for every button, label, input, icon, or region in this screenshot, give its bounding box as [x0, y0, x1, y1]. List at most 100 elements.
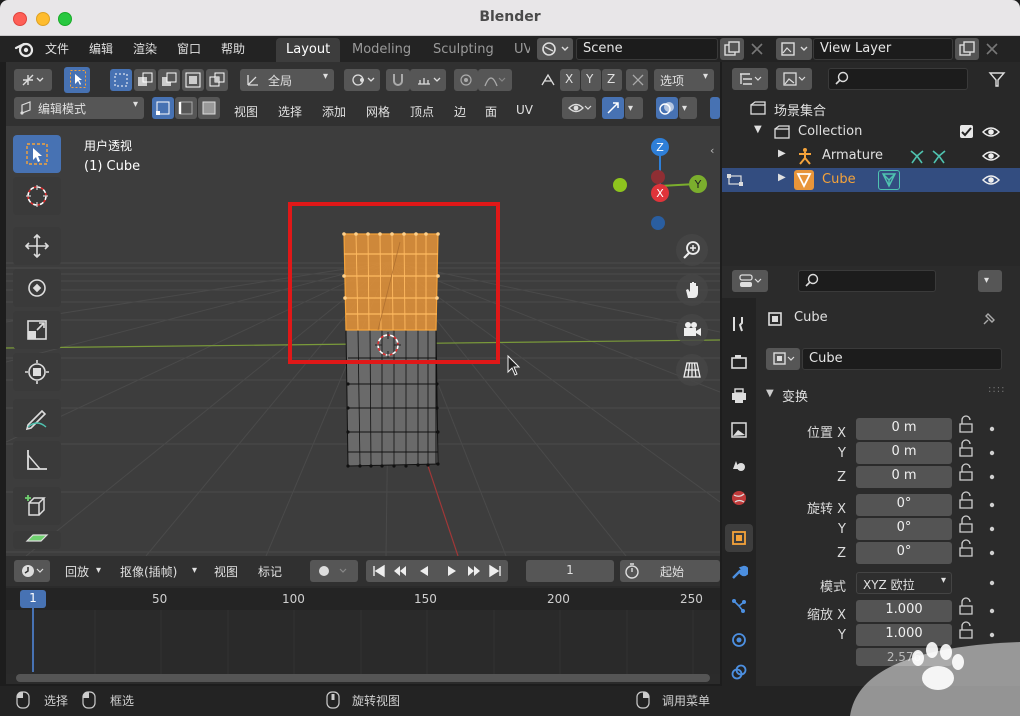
menu-uv[interactable]: UV — [516, 103, 533, 117]
mirror-options-icon[interactable] — [539, 71, 557, 89]
filter-icon[interactable] — [988, 70, 1006, 88]
timeline-body[interactable] — [6, 610, 720, 674]
playback-menu[interactable]: 回放 — [65, 563, 89, 580]
transform-orientation-dropdown[interactable]: 全局 ▾ — [240, 69, 334, 91]
scene-name-field[interactable]: Scene — [576, 38, 718, 60]
tab-view-layer[interactable] — [725, 416, 753, 444]
pan-button[interactable] — [676, 274, 708, 306]
keyframe-record-button[interactable] — [310, 560, 358, 582]
timeline-scrollbar[interactable] — [16, 674, 710, 682]
menu-edge[interactable]: 边 — [454, 103, 466, 120]
tool-transform[interactable] — [13, 353, 61, 391]
tab-modifiers[interactable] — [725, 558, 753, 586]
proportional-edit-toggle[interactable] — [454, 69, 478, 91]
menu-add[interactable]: 添加 — [322, 103, 346, 120]
face-select-mode-button[interactable] — [198, 97, 220, 119]
viewlayer-close-icon[interactable] — [983, 40, 1001, 58]
tab-world[interactable] — [725, 484, 753, 512]
expand-down-icon[interactable]: ▼ — [754, 124, 762, 135]
snap-target-dropdown[interactable] — [410, 69, 446, 91]
tool-move[interactable] — [13, 227, 61, 265]
tab-physics[interactable] — [725, 626, 753, 654]
tab-constraints[interactable] — [725, 658, 753, 686]
menu-window[interactable]: 窗口 — [177, 40, 201, 57]
outliner-cube[interactable]: ▶ Cube — [722, 168, 1020, 192]
viewlayer-name-field[interactable]: View Layer — [813, 38, 953, 60]
overlay-dropdown[interactable]: ▾ — [679, 97, 697, 119]
mode-dropdown[interactable]: 编辑模式 ▾ — [14, 97, 144, 119]
tab-scene[interactable] — [725, 450, 753, 478]
menu-mesh[interactable]: 网格 — [366, 103, 390, 120]
edit-mode-icon[interactable] — [726, 173, 744, 187]
gizmo-dropdown[interactable]: ▾ — [625, 97, 643, 119]
tool-select-box[interactable] — [13, 135, 61, 173]
mirror-y-toggle[interactable]: Y — [581, 69, 601, 91]
playhead[interactable]: 1 — [20, 590, 46, 608]
keying-menu[interactable]: 抠像(插帧) — [120, 563, 177, 580]
menu-select[interactable]: 选择 — [278, 103, 302, 120]
tab-particles[interactable] — [725, 592, 753, 620]
tool-add-cube[interactable] — [13, 487, 61, 525]
tool-annotate[interactable] — [13, 399, 61, 437]
collection-checkbox[interactable] — [960, 125, 973, 138]
outliner-editor-type-button[interactable] — [732, 68, 768, 90]
overlay-toggle[interactable] — [656, 97, 678, 119]
outliner-armature[interactable]: ▶ Armature — [722, 144, 1020, 168]
menu-render[interactable]: 渲染 — [133, 40, 157, 57]
zoom-button[interactable] — [676, 234, 708, 266]
visibility-dropdown[interactable] — [562, 97, 596, 119]
3d-viewport[interactable]: Z Y X 全局 ▾ X Y Z 选项 ▾ 编辑模式 ▾ 视图 选择 添加 网格… — [6, 62, 720, 556]
scene-copy-button[interactable] — [720, 38, 744, 60]
tool-rotate[interactable] — [13, 269, 61, 307]
perspective-toggle-button[interactable] — [676, 354, 708, 386]
tab-object[interactable] — [725, 524, 753, 552]
tab-uv[interactable]: UV — [504, 38, 530, 62]
lock-icon[interactable] — [959, 415, 973, 639]
tab-output[interactable] — [725, 382, 753, 410]
snap-toggle[interactable] — [386, 69, 410, 91]
vertex-select-mode-button[interactable] — [152, 97, 174, 119]
select-tool-button[interactable] — [64, 67, 90, 93]
options-dropdown[interactable]: 选项 ▾ — [654, 69, 714, 91]
display-mode-dropdown[interactable] — [776, 68, 812, 90]
edge-select-mode-button[interactable] — [175, 97, 197, 119]
expand-right-icon[interactable]: ▶ — [778, 172, 786, 183]
select-invert-button[interactable] — [182, 69, 204, 91]
tab-sculpting[interactable]: Sculpting — [423, 38, 504, 62]
menu-vertex[interactable]: 顶点 — [410, 103, 434, 120]
xray-toggle[interactable] — [710, 97, 720, 119]
menu-edit[interactable]: 编辑 — [89, 40, 113, 57]
menu-face[interactable]: 面 — [485, 103, 497, 120]
expand-right-icon[interactable]: ▶ — [778, 148, 786, 159]
menu-file[interactable]: 文件 — [45, 40, 69, 57]
start-frame-field[interactable]: 起始 — [620, 560, 720, 582]
eye-icon[interactable] — [982, 125, 1000, 139]
properties-search-input[interactable] — [798, 270, 936, 292]
outliner-collection[interactable]: ▼ Collection — [722, 120, 1020, 144]
proportional-falloff-dropdown[interactable] — [478, 69, 512, 91]
menu-help[interactable]: 帮助 — [221, 40, 245, 57]
select-new-button[interactable] — [110, 69, 132, 91]
scene-close-icon[interactable] — [748, 40, 766, 58]
outliner-search-input[interactable] — [828, 68, 968, 90]
timeline-marker-menu[interactable]: 标记 — [258, 563, 282, 580]
properties-editor-type-button[interactable] — [732, 270, 768, 292]
tab-modeling[interactable]: Modeling — [342, 38, 421, 62]
blender-logo-icon[interactable] — [14, 40, 34, 58]
eye-icon[interactable] — [982, 173, 1000, 187]
current-frame-field[interactable]: 1 — [526, 560, 614, 582]
timeline-view-menu[interactable]: 视图 — [214, 563, 238, 580]
viewlayer-copy-button[interactable] — [955, 38, 979, 60]
gizmo-toggle[interactable] — [602, 97, 624, 119]
tool-scale[interactable] — [13, 311, 61, 349]
timeline-editor-type-button[interactable] — [14, 560, 50, 582]
select-extend-button[interactable] — [134, 69, 156, 91]
menu-view[interactable]: 视图 — [234, 103, 258, 120]
tab-tool[interactable] — [725, 310, 753, 338]
editor-type-button[interactable] — [14, 69, 52, 91]
camera-view-button[interactable] — [676, 314, 708, 346]
tab-layout[interactable]: Layout — [276, 38, 341, 62]
tool-measure[interactable] — [13, 441, 61, 479]
tool-cursor[interactable] — [13, 177, 61, 215]
mirror-x-toggle[interactable]: X — [560, 69, 580, 91]
